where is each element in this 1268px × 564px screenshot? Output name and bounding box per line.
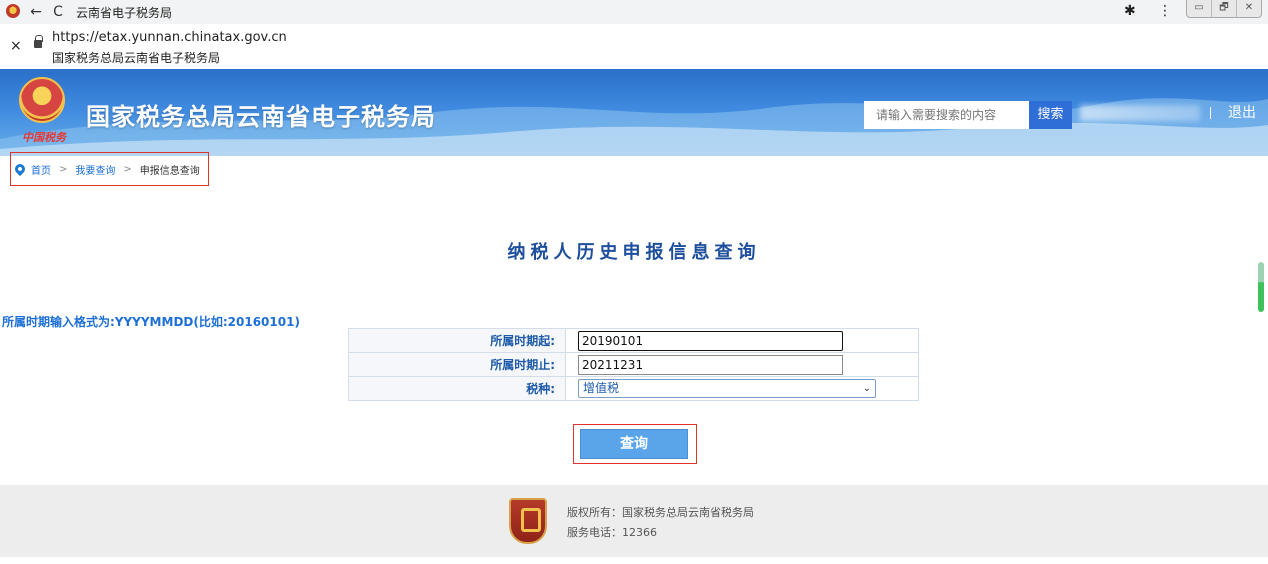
- window-title: 云南省电子税务局: [76, 6, 173, 20]
- national-emblem-icon: [19, 77, 65, 123]
- footer-copyright: 版权所有：国家税务总局云南省税务局: [567, 506, 754, 519]
- site-title: 国家税务总局云南省电子税务局: [86, 103, 436, 131]
- site-header: 中国税务 国家税务总局云南省电子税务局 搜索 退出: [0, 69, 1268, 156]
- extensions-icon[interactable]: ✱: [1124, 3, 1136, 19]
- user-info-blurred: [1080, 105, 1200, 121]
- start-period-input[interactable]: [578, 330, 843, 351]
- site-favicon-icon: [6, 4, 20, 18]
- address-bar: × https://etax.yunnan.chinatax.gov.cn 国家…: [0, 24, 1268, 69]
- tax-type-label: 税种:: [348, 376, 566, 401]
- form-row-tax-type: 税种: 增值税 ⌄: [348, 376, 919, 401]
- breadcrumb-home[interactable]: 首页: [31, 162, 51, 177]
- browser-titlebar: ← C 云南省电子税务局 ✱ ⋮ ▭ 🗗 ✕: [0, 0, 1268, 24]
- tax-type-select[interactable]: 增值税 ⌄: [578, 379, 876, 398]
- site-name: 国家税务总局云南省电子税务局: [52, 51, 221, 65]
- search-input[interactable]: [864, 101, 1029, 129]
- start-period-label: 所属时期起:: [348, 328, 566, 353]
- url-text[interactable]: https://etax.yunnan.chinatax.gov.cn: [52, 30, 287, 45]
- end-period-label: 所属时期止:: [348, 352, 566, 377]
- scroll-indicator[interactable]: [1258, 262, 1264, 312]
- header-divider: [1210, 107, 1211, 119]
- breadcrumb: 首页 > 我要查询 > 申报信息查询: [10, 152, 209, 186]
- form-row-start: 所属时期起:: [348, 328, 919, 353]
- form-row-end: 所属时期止:: [348, 352, 919, 377]
- window-controls: ▭ 🗗 ✕: [1186, 0, 1262, 18]
- chevron-down-icon: ⌄: [862, 383, 871, 394]
- lock-icon: [34, 35, 43, 48]
- logout-link[interactable]: 退出: [1228, 102, 1256, 122]
- minimize-icon[interactable]: ▭: [1187, 0, 1212, 17]
- tax-type-value: 增值税: [583, 381, 620, 395]
- date-format-hint: 所属时期输入格式为:YYYYMMDD(比如:20160101): [2, 315, 300, 329]
- browser-menu-icon[interactable]: ⋮: [1158, 3, 1172, 19]
- tax-badge-icon: [509, 498, 547, 544]
- breadcrumb-separator: >: [123, 163, 132, 175]
- breadcrumb-current: 申报信息查询: [139, 165, 200, 177]
- location-pin-icon: [12, 161, 28, 177]
- query-button[interactable]: 查询: [580, 429, 688, 459]
- restore-icon[interactable]: 🗗: [1212, 0, 1237, 17]
- breadcrumb-separator: >: [59, 163, 68, 175]
- footer-phone: 服务电话：12366: [567, 526, 657, 539]
- end-period-input[interactable]: [578, 354, 843, 375]
- query-form: 所属时期起: 所属时期止: 税种: 增值税 ⌄: [348, 328, 919, 401]
- search-button[interactable]: 搜索: [1029, 101, 1072, 129]
- back-arrow-icon[interactable]: ←: [26, 2, 46, 22]
- close-icon[interactable]: ×: [10, 38, 22, 54]
- window-close-icon[interactable]: ✕: [1237, 0, 1261, 17]
- emblem-label: 中国税务: [22, 131, 66, 144]
- page-title: 纳税人历史申报信息查询: [507, 242, 761, 263]
- site-footer: 版权所有：国家税务总局云南省税务局 服务电话：12366: [0, 485, 1268, 557]
- breadcrumb-my-query[interactable]: 我要查询: [75, 162, 115, 177]
- reload-icon[interactable]: C: [48, 2, 68, 22]
